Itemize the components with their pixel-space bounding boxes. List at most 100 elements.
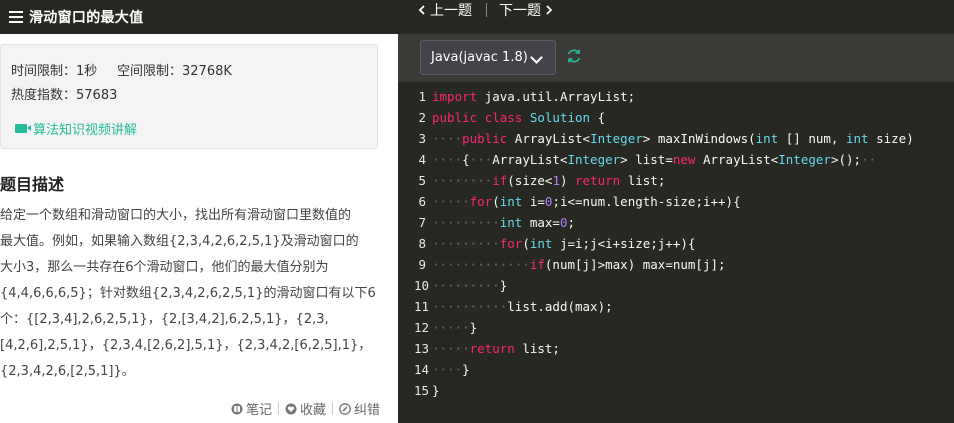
- code-token: num,: [808, 131, 839, 146]
- code-token: Integer: [778, 152, 831, 167]
- code-token: maxInWindows(: [657, 131, 756, 146]
- code-token: ·········: [432, 236, 500, 251]
- code-token: list;: [627, 173, 666, 188]
- code-line: 3 ····public ArrayList<Integer> maxInWind…: [398, 128, 954, 149]
- refresh-icon[interactable]: [566, 48, 582, 64]
- next-question-button[interactable]: 下一题: [499, 0, 553, 20]
- line-number: 2: [418, 110, 426, 125]
- line-number: 11: [414, 299, 430, 314]
- description-title: 题目描述: [0, 175, 65, 194]
- favorite-label: 收藏: [299, 403, 326, 418]
- video-explanation-link[interactable]: 算法知识视频讲解: [15, 119, 137, 138]
- code-token: list;: [522, 341, 560, 356]
- code-token: ): [559, 173, 568, 188]
- code-token: import: [432, 89, 478, 104]
- code-token: j=i;j<i+size;j++){: [559, 236, 696, 251]
- space-limit: 空间限制：32768K: [117, 64, 232, 79]
- code-token: ;: [567, 215, 576, 230]
- report-label: 纠错: [353, 403, 380, 418]
- line-number: 12: [414, 320, 430, 335]
- note-label: 笔记: [245, 403, 272, 418]
- code-line: 5 ········if(size<1) return list;: [398, 170, 954, 191]
- code-token: i=: [529, 194, 545, 209]
- code-text: import java.util.ArrayList;: [432, 86, 635, 107]
- editor-toolbar: Java(javac 1.8): [398, 34, 954, 82]
- code-token: return: [575, 173, 621, 188]
- code-token: ········: [432, 173, 493, 188]
- code-token: ArrayList<: [514, 131, 591, 146]
- language-select[interactable]: Java(javac 1.8): [420, 40, 556, 75]
- code-token: java.util.ArrayList;: [484, 89, 636, 104]
- code-token: max=: [529, 215, 560, 230]
- problem-info-card: 时间限制：1秒 空间限制：32768K 热度指数：57683 算法知识视频讲解: [0, 44, 378, 149]
- description-line: 给定一个数组和滑动窗口的大小，找出所有滑动窗口里数值的: [0, 208, 352, 223]
- code-token: ArrayList<: [702, 152, 779, 167]
- line-number: 13: [414, 341, 430, 356]
- code-editor[interactable]: 1 import java.util.ArrayList; 2 public clas…: [398, 86, 954, 423]
- code-token: ·············: [432, 257, 530, 272]
- prev-question-label: 上一题: [430, 3, 472, 19]
- line-number: 3: [418, 131, 426, 146]
- code-panel: 上一题 下一题 Java(javac 1.8) 1 import java.uti…: [398, 0, 954, 423]
- code-text: ·····return list;: [432, 338, 560, 359]
- problem-title: 滑动窗口的最大值: [29, 10, 144, 26]
- code-token: (num[j]>max): [544, 257, 636, 272]
- code-line: 8 ·········for(int j=i;j<i+size;j++){: [398, 233, 954, 254]
- report-error-button[interactable]: 纠错: [339, 399, 380, 418]
- code-token: {: [462, 152, 470, 167]
- code-token: Integer: [567, 152, 621, 167]
- code-token: int: [499, 194, 523, 209]
- code-line: 9 ·············if(num[j]>max) max=num[j];: [398, 254, 954, 275]
- prev-question-button[interactable]: 上一题: [418, 0, 472, 20]
- heart-icon: [285, 403, 297, 414]
- code-line: 4 ····{···ArrayList<Integer> list=new Arr…: [398, 149, 954, 170]
- code-token: ArrayList<: [492, 152, 568, 167]
- problem-panel: 滑动窗口的最大值 时间限制：1秒 空间限制：32768K 热度指数：57683 …: [0, 0, 398, 423]
- code-token: public: [432, 110, 478, 125]
- code-token: ····: [432, 152, 463, 167]
- code-token: 1: [552, 173, 560, 188]
- description-line: 大小3，那么一共存在6个滑动窗口，他们的最大值分别为: [0, 260, 329, 275]
- code-token: int: [755, 131, 779, 146]
- code-token: ····: [432, 131, 463, 146]
- note-button[interactable]: 笔记: [231, 399, 272, 418]
- problem-actions: 笔记 收藏 纠错: [231, 399, 380, 418]
- language-value: Java(javac 1.8): [431, 50, 528, 65]
- code-line: 1 import java.util.ArrayList;: [398, 86, 954, 107]
- code-token: ····: [432, 362, 463, 377]
- description-line: {4,4,6,6,6,5}；针对数组{2,3,4,2,6,2,5,1}的滑动窗口…: [0, 286, 376, 301]
- pencil-icon: [339, 402, 351, 415]
- code-line: 10 ·········}: [398, 275, 954, 296]
- code-token: int: [846, 131, 869, 146]
- code-token: ·····: [432, 341, 470, 356]
- code-line: 11 ··········list.add(max);: [398, 296, 954, 317]
- time-limit: 时间限制：1秒: [11, 64, 98, 79]
- code-line: 13 ·····return list;: [398, 338, 954, 359]
- code-token: }: [462, 362, 470, 377]
- favorite-button[interactable]: 收藏: [285, 399, 326, 418]
- code-token: size): [876, 131, 914, 146]
- code-token: int: [499, 215, 523, 230]
- menu-icon[interactable]: [9, 11, 23, 23]
- code-text: }: [432, 380, 440, 401]
- chevron-down-icon: [530, 51, 543, 64]
- code-text: ·········int max=0;: [432, 212, 575, 233]
- code-token: >();: [830, 152, 862, 167]
- code-token: (: [522, 236, 530, 251]
- code-line: 2 public class Solution {: [398, 107, 954, 128]
- code-token: }: [499, 278, 508, 293]
- chevron-right-icon: [546, 5, 553, 15]
- code-text: ········if(size<1) return list;: [432, 170, 665, 191]
- code-text: ··········list.add(max);: [432, 296, 613, 317]
